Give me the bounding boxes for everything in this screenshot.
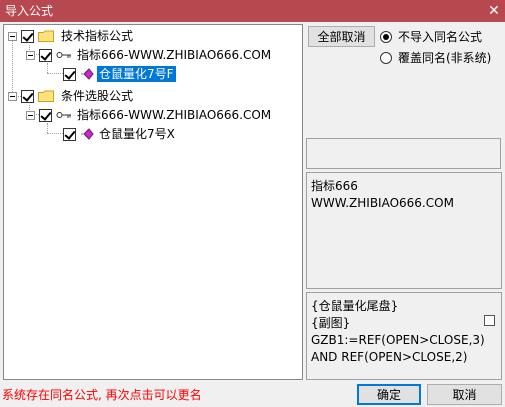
folder-icon (38, 90, 54, 102)
tree-node-indicator-source[interactable]: 指标666-WWW.ZHIBIAO666.COM (26, 106, 273, 124)
tree-node-label: 条件选股公式 (61, 89, 134, 103)
option-label: 不导入同名公式 (398, 30, 483, 44)
formula-info-panel: 指标666 WWW.ZHIBIAO666.COM (306, 172, 502, 289)
tree-node-indicator-source[interactable]: 指标666-WWW.ZHIBIAO666.COM (26, 46, 273, 64)
key-icon (56, 52, 71, 58)
tree-node-label: 指标666-WWW.ZHIBIAO666.COM (77, 48, 272, 62)
title-bar: 导入公式 ✕ (0, 0, 505, 22)
option-overwrite-same-name[interactable]: 覆盖同名(非系统) (380, 49, 491, 66)
collapse-toggle-icon[interactable] (26, 50, 35, 60)
tree-checkbox[interactable] (63, 67, 76, 81)
tree-checkbox[interactable] (39, 108, 52, 122)
folder-icon (38, 30, 54, 42)
tree-checkbox[interactable] (63, 127, 76, 141)
ok-button[interactable]: 确定 (357, 384, 421, 405)
radio-button[interactable] (380, 51, 392, 64)
tree-node-label: 指标666-WWW.ZHIBIAO666.COM (77, 108, 272, 122)
formula-code-text: {仓鼠量化尾盘} {副图} GZB1:=REF(OPEN>CLOSE,3) AN… (311, 299, 485, 364)
window-title: 导入公式 (5, 4, 54, 18)
collapse-toggle-icon[interactable] (8, 31, 17, 41)
option-label: 覆盖同名(非系统) (398, 51, 492, 65)
tree-node-label: 技术指标公式 (61, 29, 134, 43)
tree-node-label: 仓鼠量化7号X (99, 127, 175, 141)
tree-node-label: 仓鼠量化7号F (97, 66, 176, 82)
tree-node-stock-screening[interactable]: 条件选股公式 (8, 87, 135, 105)
formula-tree[interactable]: 技术指标公式 指标666-WWW.ZHIBIAO666.COM 仓鼠量化7号F … (3, 24, 303, 380)
tree-node-tech-indicators[interactable]: 技术指标公式 (8, 27, 135, 45)
blank-panel (306, 138, 501, 169)
tree-node-formula-f[interactable]: 仓鼠量化7号F (63, 65, 176, 83)
formula-icon (81, 68, 94, 80)
tree-checkbox[interactable] (21, 29, 34, 43)
cancel-button[interactable]: 取消 (427, 384, 502, 405)
radio-button[interactable] (380, 30, 392, 43)
formula-info-text: 指标666 WWW.ZHIBIAO666.COM (311, 179, 454, 210)
collapse-toggle-icon[interactable] (26, 110, 35, 120)
close-icon[interactable]: ✕ (483, 0, 505, 22)
collapse-toggle-icon[interactable] (8, 91, 17, 101)
tree-node-formula-x[interactable]: 仓鼠量化7号X (63, 125, 177, 143)
tree-checkbox[interactable] (39, 48, 52, 62)
cancel-all-button[interactable]: 全部取消 (308, 26, 375, 47)
tree-checkbox[interactable] (21, 89, 34, 103)
key-icon (56, 112, 71, 118)
option-no-import-same-name[interactable]: 不导入同名公式 (380, 28, 482, 45)
formula-code-panel: {仓鼠量化尾盘} {副图} GZB1:=REF(OPEN>CLOSE,3) AN… (306, 292, 502, 380)
code-panel-checkbox[interactable] (484, 315, 495, 326)
formula-icon (81, 128, 94, 140)
status-message: 系统存在同名公式, 再次点击可以更名 (2, 388, 202, 402)
